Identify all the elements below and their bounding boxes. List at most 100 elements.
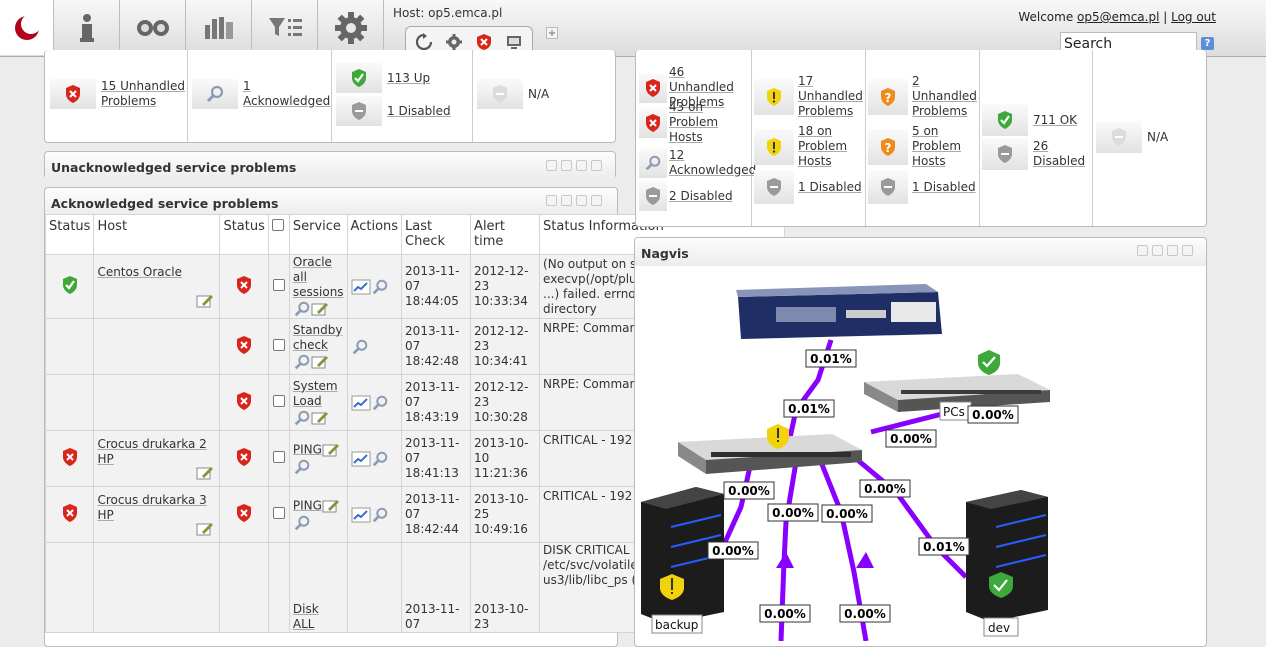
column-header-service[interactable]: Service — [288, 214, 348, 255]
row-checkbox[interactable] — [272, 450, 285, 463]
svc-unknown-unhandled-link[interactable]: 2 Unhandled Problems — [912, 74, 978, 119]
link-value-label[interactable]: 0.00% — [844, 607, 886, 621]
help-icon[interactable]: ? — [1201, 37, 1214, 50]
graph-icon[interactable] — [351, 395, 371, 411]
svc-warning-problem-hosts-cell[interactable]: 18 on Problem Hosts — [754, 124, 864, 169]
magnifier-icon[interactable] — [293, 409, 311, 427]
magnifier-icon[interactable] — [371, 450, 389, 468]
minimize-icon[interactable] — [561, 160, 572, 171]
svc-warning-unhandled-link[interactable]: 17 Unhandled Problems — [798, 74, 864, 119]
graph-icon[interactable] — [351, 507, 371, 523]
svc-ok-cell[interactable]: 711 OK — [982, 104, 1077, 136]
service-link[interactable]: System Load — [293, 379, 338, 408]
close-icon[interactable] — [1182, 245, 1193, 256]
host-link[interactable]: Crocus drukarka 2 HP — [97, 437, 206, 466]
service-link[interactable]: Disk ALL — [293, 602, 319, 631]
svc-critical-problem-hosts-link[interactable]: 43 on Problem Hosts — [669, 100, 729, 145]
row-checkbox[interactable] — [272, 278, 285, 291]
host-unhandled-link[interactable]: 15 Unhandled Problems — [101, 79, 186, 109]
link-value-label[interactable]: 0.01% — [923, 540, 965, 554]
host-disabled-link[interactable]: 1 Disabled — [387, 104, 451, 119]
copy-icon[interactable] — [1137, 245, 1148, 256]
link-value-label[interactable]: 0.00% — [772, 506, 814, 520]
filters-button[interactable] — [252, 0, 318, 55]
server-rack-device[interactable] — [736, 284, 942, 339]
magnifier-icon[interactable] — [371, 506, 389, 524]
add-comment-icon[interactable] — [311, 354, 329, 370]
copy-icon[interactable] — [546, 195, 557, 206]
dev-server-device[interactable] — [966, 490, 1048, 622]
add-comment-icon[interactable] — [196, 465, 214, 481]
settings-icon[interactable] — [1167, 245, 1178, 256]
settings-icon[interactable] — [576, 160, 587, 171]
minimize-icon[interactable] — [1152, 245, 1163, 256]
link-value-label[interactable]: 0.00% — [712, 544, 754, 558]
svc-ok-disabled-link[interactable]: 26 Disabled — [1033, 139, 1088, 169]
svc-ok-link[interactable]: 711 OK — [1033, 113, 1077, 128]
close-icon[interactable] — [591, 195, 602, 206]
row-checkbox[interactable] — [272, 506, 285, 519]
graph-icon[interactable] — [351, 279, 371, 295]
row-checkbox[interactable] — [272, 394, 285, 407]
svc-critical-disabled-cell[interactable]: 2 Disabled — [639, 181, 733, 211]
service-link[interactable]: Standby check — [293, 323, 343, 352]
link-value-label[interactable]: 0.00% — [972, 408, 1014, 422]
host-link[interactable]: Centos Oracle — [97, 265, 182, 279]
column-header-alert-time[interactable]: Alert time — [470, 214, 541, 255]
about-button[interactable] — [54, 0, 120, 55]
add-comment-icon[interactable] — [196, 293, 214, 309]
host-acknowledged-cell[interactable]: 1 Acknowledged — [192, 79, 333, 109]
svc-critical-problem-hosts-cell[interactable]: 43 on Problem Hosts — [639, 100, 729, 145]
column-header-host-status[interactable]: Status — [44, 214, 95, 255]
magnifier-icon[interactable] — [371, 394, 389, 412]
host-disabled-cell[interactable]: 1 Disabled — [336, 96, 451, 126]
svc-unknown-problem-hosts-cell[interactable]: ? 5 on Problem Hosts — [868, 124, 978, 169]
host-link[interactable]: Crocus drukarka 3 HP — [97, 493, 206, 522]
logout-link[interactable]: Log out — [1171, 10, 1216, 24]
magnifier-icon[interactable] — [293, 514, 311, 532]
host-unhandled-cell[interactable]: 15 Unhandled Problems — [50, 79, 186, 109]
column-header-host[interactable]: Host — [93, 214, 221, 255]
add-comment-icon[interactable] — [196, 521, 214, 537]
service-link[interactable]: PING — [293, 442, 322, 456]
link-value-label[interactable]: 0.00% — [728, 484, 770, 498]
add-quicklink-icon[interactable] — [546, 27, 558, 39]
magnifier-icon[interactable] — [293, 458, 311, 476]
row-checkbox[interactable] — [272, 338, 285, 351]
svc-warning-unhandled-cell[interactable]: 17 Unhandled Problems — [754, 74, 864, 119]
monitoring-button[interactable] — [120, 0, 186, 55]
svc-unknown-unhandled-cell[interactable]: ? 2 Unhandled Problems — [868, 74, 978, 119]
svc-warning-disabled-link[interactable]: 1 Disabled — [798, 180, 862, 195]
magnifier-icon[interactable] — [371, 278, 389, 296]
svc-unknown-problem-hosts-link[interactable]: 5 on Problem Hosts — [912, 124, 978, 169]
minimize-icon[interactable] — [561, 195, 572, 206]
service-link[interactable]: Oracle all sessions — [293, 256, 344, 300]
link-value-label[interactable]: 0.00% — [826, 507, 868, 521]
reports-button[interactable] — [186, 0, 252, 55]
link-value-label[interactable]: 0.00% — [764, 607, 806, 621]
nagvis-map[interactable]: PCs backup dev 0.01%0.01%0.00%0.00%0.00%… — [636, 262, 1206, 641]
svc-warning-problem-hosts-link[interactable]: 18 on Problem Hosts — [798, 124, 864, 169]
service-link[interactable]: PING — [293, 498, 322, 512]
host-up-link[interactable]: 113 Up — [387, 71, 430, 86]
link-value-label[interactable]: 0.01% — [788, 402, 830, 416]
svc-critical-disabled-link[interactable]: 2 Disabled — [669, 189, 733, 204]
svc-critical-acknowledged-link[interactable]: 12 Acknowledged — [669, 148, 756, 178]
user-link[interactable]: op5@emca.pl — [1077, 10, 1159, 24]
svc-warning-disabled-cell[interactable]: 1 Disabled — [754, 170, 862, 204]
link-value-label[interactable]: 0.01% — [810, 352, 852, 366]
host-acknowledged-link[interactable]: 1 Acknowledged — [243, 79, 333, 109]
settings-icon[interactable] — [576, 195, 587, 206]
magnifier-icon[interactable] — [351, 338, 369, 356]
svc-critical-acknowledged-cell[interactable]: 12 Acknowledged — [639, 148, 756, 178]
select-all-checkbox[interactable] — [271, 219, 284, 231]
link-value-label[interactable]: 0.00% — [890, 432, 932, 446]
add-comment-icon[interactable] — [311, 301, 329, 317]
magnifier-icon[interactable] — [293, 353, 311, 371]
svc-unknown-disabled-cell[interactable]: 1 Disabled — [868, 170, 976, 204]
column-header-last-check[interactable]: Last Check — [401, 214, 472, 255]
close-icon[interactable] — [591, 160, 602, 171]
add-comment-icon[interactable] — [311, 410, 329, 426]
graph-icon[interactable] — [351, 451, 371, 467]
svc-ok-disabled-cell[interactable]: 26 Disabled — [982, 138, 1088, 170]
